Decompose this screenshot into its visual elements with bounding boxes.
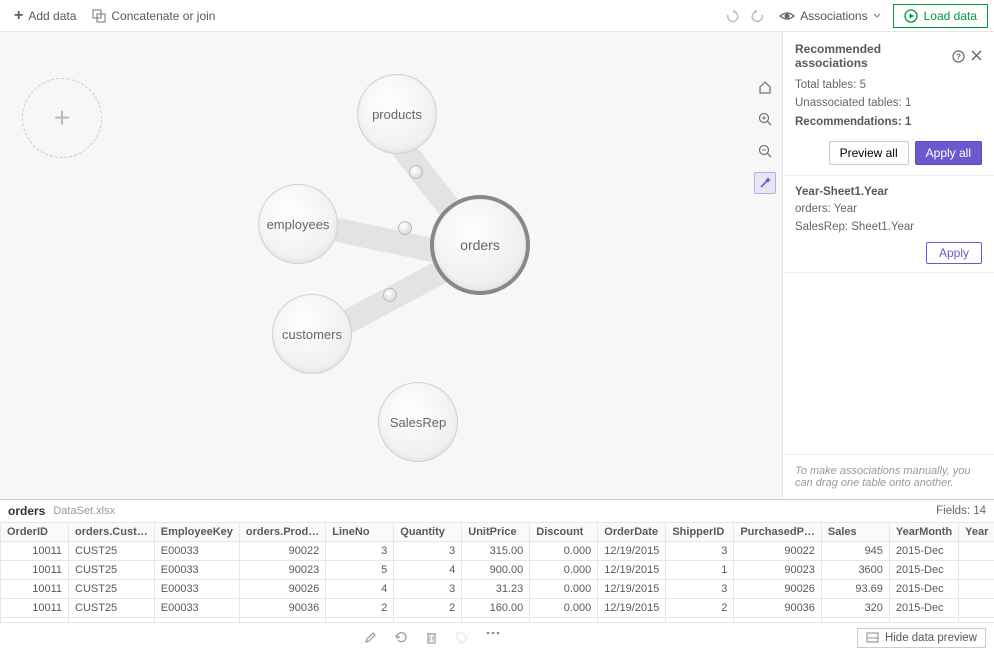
column-header[interactable]: YearMonth bbox=[889, 523, 958, 542]
column-header[interactable]: EmployeeKey bbox=[154, 523, 239, 542]
panel-down-icon bbox=[866, 632, 879, 643]
column-header[interactable]: PurchasedP… bbox=[734, 523, 822, 542]
table-row[interactable]: 10011CUST25E000339002354900.000.00012/19… bbox=[1, 561, 994, 580]
column-header[interactable]: Discount bbox=[530, 523, 598, 542]
table-bubble-orders[interactable]: orders bbox=[430, 195, 530, 295]
help-icon[interactable]: ? bbox=[952, 50, 965, 63]
load-data-label: Load data bbox=[924, 9, 977, 23]
column-header[interactable]: orders.Cust… bbox=[69, 523, 155, 542]
preview-table: OrderIDorders.Cust…EmployeeKeyorders.Pro… bbox=[0, 522, 994, 622]
concatenate-button[interactable]: Concatenate or join bbox=[84, 5, 223, 27]
panel-footer-hint: To make associations manually, you can d… bbox=[783, 454, 994, 499]
eye-icon bbox=[779, 10, 795, 22]
add-data-button[interactable]: + Add data bbox=[6, 4, 84, 28]
undo-button[interactable] bbox=[719, 5, 745, 27]
refresh-icon[interactable] bbox=[395, 631, 408, 644]
concat-icon bbox=[92, 9, 106, 23]
column-header[interactable]: Sales bbox=[821, 523, 889, 542]
preview-file-name: DataSet.xlsx bbox=[53, 505, 115, 517]
concat-label: Concatenate or join bbox=[111, 9, 215, 23]
play-circle-icon bbox=[904, 9, 918, 23]
associations-dropdown[interactable]: Associations bbox=[771, 5, 888, 27]
table-row[interactable]: 10011CUST25E000339002233315.000.00012/19… bbox=[1, 542, 994, 561]
chevron-down-icon bbox=[873, 13, 881, 19]
canvas-tools bbox=[754, 76, 776, 194]
table-bubble-salesrep[interactable]: SalesRep bbox=[378, 382, 458, 462]
column-header[interactable]: Year bbox=[959, 523, 994, 542]
recommendations-panel: Recommended associations ? Total tables:… bbox=[782, 32, 994, 499]
column-header[interactable]: Quantity bbox=[394, 523, 462, 542]
preview-all-button[interactable]: Preview all bbox=[829, 141, 909, 165]
zoom-out-icon[interactable] bbox=[754, 140, 776, 162]
delete-icon[interactable] bbox=[426, 631, 437, 644]
join-point[interactable] bbox=[398, 221, 412, 235]
apply-all-button[interactable]: Apply all bbox=[915, 141, 982, 165]
plus-icon: + bbox=[54, 102, 70, 134]
tag-icon[interactable] bbox=[455, 631, 468, 644]
column-header[interactable]: LineNo bbox=[326, 523, 394, 542]
column-header[interactable]: OrderID bbox=[1, 523, 69, 542]
join-point[interactable] bbox=[409, 165, 423, 179]
associations-label: Associations bbox=[800, 9, 867, 23]
add-data-label: Add data bbox=[28, 9, 76, 23]
column-header[interactable]: UnitPrice bbox=[462, 523, 530, 542]
close-icon[interactable] bbox=[971, 50, 982, 63]
column-header[interactable]: ShipperID bbox=[666, 523, 734, 542]
data-preview: orders DataSet.xlsx Fields: 14 OrderIDor… bbox=[0, 499, 994, 652]
fields-count: Fields: 14 bbox=[936, 505, 986, 517]
column-header[interactable]: orders.Prod… bbox=[239, 523, 325, 542]
join-point[interactable] bbox=[383, 288, 397, 302]
panel-title: Recommended associations bbox=[795, 42, 952, 70]
topbar: + Add data Concatenate or join Associati… bbox=[0, 0, 994, 32]
more-icon[interactable] bbox=[486, 631, 500, 644]
plus-icon: + bbox=[14, 8, 23, 24]
hide-preview-button[interactable]: Hide data preview bbox=[857, 628, 986, 648]
edit-icon[interactable] bbox=[364, 631, 377, 644]
table-bubble-products[interactable]: products bbox=[357, 74, 437, 154]
recommendation-item[interactable]: Year-Sheet1.Year orders: Year SalesRep: … bbox=[783, 175, 994, 273]
load-data-button[interactable]: Load data bbox=[893, 4, 988, 28]
zoom-in-icon[interactable] bbox=[754, 108, 776, 130]
table-bubble-customers[interactable]: customers bbox=[272, 294, 352, 374]
apply-button[interactable]: Apply bbox=[926, 242, 982, 264]
column-header[interactable]: OrderDate bbox=[598, 523, 666, 542]
preview-table-name: orders bbox=[8, 504, 45, 518]
home-icon[interactable] bbox=[754, 76, 776, 98]
magic-wand-icon[interactable] bbox=[754, 172, 776, 194]
svg-text:?: ? bbox=[956, 52, 961, 61]
association-canvas[interactable]: + orders products employees customers Sa… bbox=[0, 32, 782, 499]
table-bubble-employees[interactable]: employees bbox=[258, 184, 338, 264]
add-table-bubble[interactable]: + bbox=[22, 78, 102, 158]
redo-button[interactable] bbox=[745, 5, 771, 27]
table-row[interactable]: 10011CUST25E000339003622160.000.00012/19… bbox=[1, 599, 994, 618]
table-row[interactable]: 10011CUST25E00033900264331.230.00012/19/… bbox=[1, 580, 994, 599]
